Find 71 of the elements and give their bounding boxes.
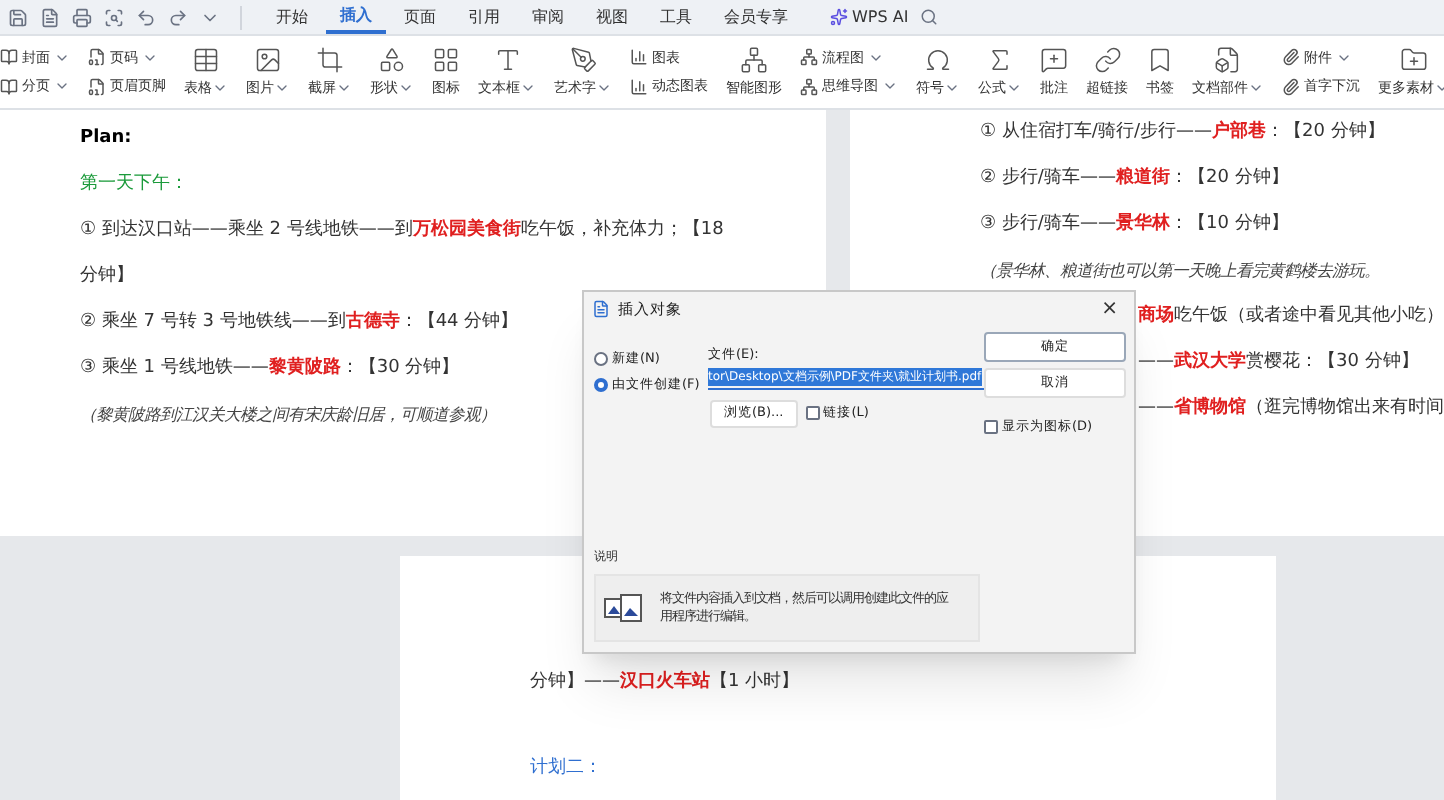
shapes-icon <box>378 45 406 74</box>
document-text: （黎黄陂路到江汉关大楼之间有宋庆龄旧居，可顺道参观） <box>80 402 496 428</box>
preview-icon[interactable] <box>104 7 124 27</box>
document-text: 分钟】 <box>80 263 134 290</box>
sigma-icon <box>986 45 1014 74</box>
undo-icon[interactable] <box>136 7 156 27</box>
ai-button[interactable]: WPS AI <box>830 5 909 29</box>
redo-icon[interactable] <box>168 7 188 27</box>
bookmark-icon <box>1146 45 1174 74</box>
grid-icon <box>432 45 460 74</box>
menu-tab[interactable]: 页面 <box>390 1 450 33</box>
menu-tab[interactable]: 审阅 <box>518 1 578 33</box>
close-button[interactable]: × <box>1093 299 1126 319</box>
document-text: ② 乘坐 7 号转 3 号地铁线——到古德寺：【44 分钟】 <box>80 309 519 336</box>
menu-tab[interactable]: 引用 <box>454 1 514 33</box>
comment-icon <box>1040 45 1068 74</box>
menu-tab[interactable]: 工具 <box>646 1 706 33</box>
images-icon <box>604 592 644 624</box>
omega-icon <box>924 45 952 74</box>
sparkle-icon <box>830 8 848 26</box>
crop-icon <box>316 45 344 74</box>
book-icon <box>0 48 18 67</box>
document-text: 分钟】——汉口火车站【1 小时】 <box>530 669 800 696</box>
flowchart-icon <box>800 77 818 96</box>
diagram-icon <box>740 45 768 74</box>
document-text: 商场吃午饭（或者途中看见其他小吃） <box>1138 303 1444 330</box>
document-text: ① 到达汉口站——乘坐 2 号线地铁——到万松园美食街吃午饭，补充体力；【18 <box>80 217 724 244</box>
document-icon <box>1214 45 1242 74</box>
folder-icon <box>1400 45 1428 74</box>
document-text: ——省博物馆（逛完博物馆出来有时间 <box>1138 395 1444 422</box>
menu-tab[interactable]: 视图 <box>582 1 642 33</box>
text-box-icon <box>493 45 521 74</box>
checkbox[interactable] <box>984 420 998 435</box>
radio-button[interactable] <box>594 352 608 367</box>
caret-icon <box>1006 80 1022 96</box>
chart-icon <box>630 77 648 96</box>
document-text: ① 从住宿打车/骑行/步行——户部巷：【20 分钟】 <box>980 119 1385 146</box>
page-number-icon <box>88 77 106 96</box>
caret-icon <box>596 80 612 96</box>
search-icon[interactable] <box>920 8 939 26</box>
document-text: 计划二： <box>530 755 602 782</box>
document-text: ③ 乘坐 1 号线地铁——黎黄陂路：【30 分钟】 <box>80 355 460 382</box>
page-number-icon <box>88 48 106 67</box>
link-icon <box>1093 45 1121 74</box>
caret-icon <box>944 80 960 96</box>
book-icon <box>0 77 18 96</box>
flowchart-icon <box>800 48 818 67</box>
caret-icon <box>1248 80 1264 96</box>
caret-icon <box>520 80 536 96</box>
document-text: 第一天下午： <box>80 171 188 198</box>
chart-icon <box>630 48 648 67</box>
caret-icon <box>398 80 414 96</box>
table-icon <box>192 45 220 74</box>
checkbox[interactable] <box>805 406 820 421</box>
document-text: Plan: <box>80 125 132 152</box>
caret-icon <box>336 80 352 96</box>
radio-button[interactable] <box>594 378 608 393</box>
print-icon[interactable] <box>72 7 92 27</box>
caret-icon <box>212 80 228 96</box>
document-text: ③ 步行/骑车——景华林：【10 分钟】 <box>980 211 1289 238</box>
document-icon[interactable] <box>40 7 60 27</box>
app-icon <box>592 300 610 318</box>
pen-icon <box>569 45 597 74</box>
document-text: ——武汉大学赏樱花：【30 分钟】 <box>1138 349 1419 376</box>
image-icon <box>254 45 282 74</box>
document-text: （景华林、粮道街也可以第一天晚上看完黄鹤楼去游玩。 <box>980 258 1380 284</box>
menu-tab[interactable]: 会员专享 <box>710 1 802 33</box>
menu-tab[interactable]: 开始 <box>262 1 322 33</box>
save-icon[interactable] <box>8 7 28 27</box>
caret-icon <box>274 80 290 96</box>
document-text: ② 步行/骑车——粮道街：【20 分钟】 <box>980 165 1289 192</box>
